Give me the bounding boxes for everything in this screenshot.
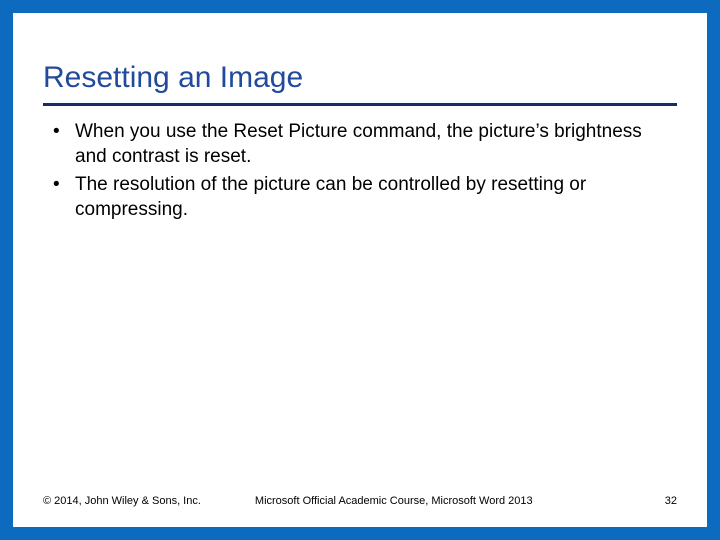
bullet-list: When you use the Reset Picture command, …	[43, 120, 677, 223]
footer-course: Microsoft Official Academic Course, Micr…	[255, 495, 665, 507]
list-item: When you use the Reset Picture command, …	[49, 120, 677, 169]
slide-footer: © 2014, John Wiley & Sons, Inc. Microsof…	[43, 495, 677, 507]
slide-title: Resetting an Image	[43, 61, 677, 95]
slide: Resetting an Image When you use the Rese…	[13, 13, 707, 527]
footer-copyright: © 2014, John Wiley & Sons, Inc.	[43, 495, 201, 507]
footer-page-number: 32	[665, 495, 677, 507]
list-item: The resolution of the picture can be con…	[49, 173, 677, 222]
title-divider	[43, 103, 677, 106]
